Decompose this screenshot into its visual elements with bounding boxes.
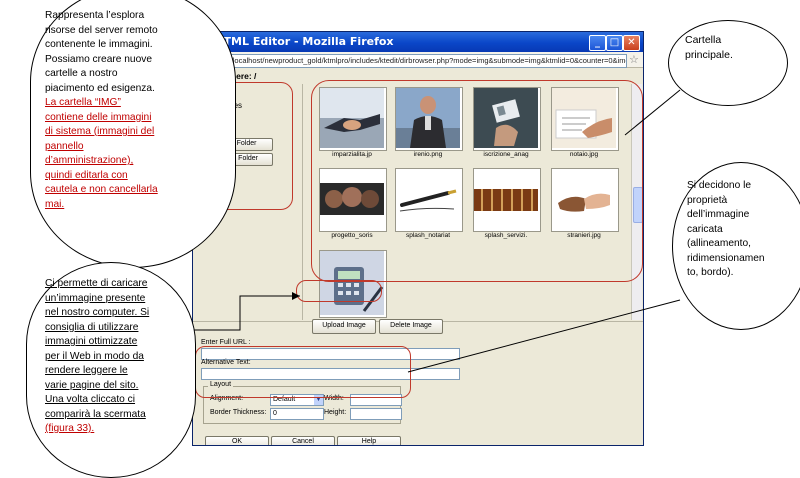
annotation-line: Ci permette di caricare bbox=[45, 278, 148, 289]
annotation-image-properties: Si decidono le proprietà dell’immagine c… bbox=[672, 162, 800, 330]
annotation-line: dell’immagine bbox=[687, 209, 750, 220]
annotation-warning-line: pannello bbox=[45, 140, 84, 152]
annotation-line: per il Web in modo da bbox=[45, 350, 144, 362]
annotation-line: piacimento ed esigenza. bbox=[45, 82, 155, 94]
annotation-line: Possiamo creare nuove bbox=[45, 53, 153, 65]
annotation-line: varie pagine del sito. bbox=[45, 379, 139, 391]
annotation-line: ridimensionamen bbox=[687, 252, 765, 264]
annotation-warning-line: cautela e non cancellarla bbox=[45, 184, 158, 195]
annotation-line: cartelle a nostro bbox=[45, 68, 118, 79]
annotation-warning-line: La cartella “IMG” bbox=[45, 97, 121, 108]
annotation-line: comparirà la scermata bbox=[45, 408, 146, 420]
annotation-warning-line: di sistema (immagini del bbox=[45, 126, 155, 137]
annotation-line: risorse del server remoto bbox=[45, 24, 158, 36]
annotation-line: Una volta cliccato ci bbox=[45, 394, 136, 405]
annotation-line: (allineamento, bbox=[687, 238, 751, 249]
annotation-line: principale. bbox=[685, 48, 733, 61]
annotation-line: Rappresenta l’esplora bbox=[45, 10, 145, 21]
annotation-line: to, bordo). bbox=[687, 267, 734, 278]
annotation-warning-line: contiene delle immagini bbox=[45, 111, 152, 123]
annotation-line: Si decidono le bbox=[687, 180, 752, 191]
annotation-line: nel nostro computer. Si bbox=[45, 307, 150, 318]
annotation-main-folder: Cartella principale. bbox=[668, 20, 788, 106]
annotation-line: consiglia di utilizzare bbox=[45, 321, 139, 333]
annotation-warning-line: quindi editarla con bbox=[45, 169, 128, 181]
annotation-line: un’immagine presente bbox=[45, 292, 146, 304]
annotation-line: Cartella bbox=[685, 34, 722, 46]
annotation-warning-line: mai. bbox=[45, 198, 65, 210]
annotation-line: contenente le immagini. bbox=[45, 39, 153, 50]
annotation-folder-explorer: Rappresenta l’esplora risorse del server… bbox=[30, 0, 236, 268]
annotation-line: immagini ottimizzate bbox=[45, 336, 138, 347]
annotation-warning-line: d’amministrazione), bbox=[45, 155, 134, 166]
annotation-line: proprietà bbox=[687, 194, 728, 206]
annotation-line: caricata bbox=[687, 223, 723, 235]
annotation-line: (figura 33). bbox=[45, 423, 95, 434]
annotation-line: rendere leggere le bbox=[45, 365, 128, 376]
